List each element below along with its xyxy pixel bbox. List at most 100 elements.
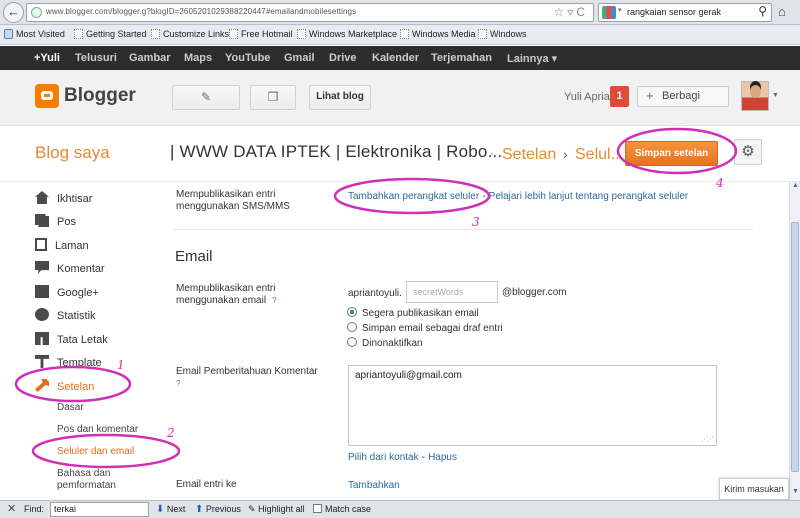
- share-button[interactable]: + Berbagi: [637, 86, 729, 107]
- sidebar-item-setelan[interactable]: Setelan: [35, 379, 94, 393]
- checkbox[interactable]: [313, 504, 322, 513]
- annotation-number-4: 4: [716, 176, 724, 190]
- sidebar-subitem-seluler-dan-email[interactable]: Seluler dan email: [57, 446, 134, 457]
- delete-link[interactable]: Hapus: [428, 452, 457, 463]
- radio-disabled[interactable]: Dinonaktifkan: [347, 337, 423, 349]
- add-mobile-device-link[interactable]: Tambahkan perangkat seluler: [348, 191, 479, 202]
- scroll-down-icon[interactable]: ▼: [791, 488, 800, 500]
- chevron-down-icon[interactable]: ▾: [618, 6, 622, 14]
- address-bar[interactable]: www.blogger.com/blogger.g?blogID=2605201…: [26, 3, 594, 22]
- scroll-up-icon[interactable]: ▲: [791, 182, 800, 194]
- gbar-item-yuli[interactable]: +Yuli: [34, 52, 60, 64]
- gear-icon[interactable]: ⚙: [734, 139, 762, 165]
- annotation-number-3: 3: [472, 215, 480, 229]
- bookmark-free-hotmail[interactable]: Free Hotmail: [229, 29, 293, 39]
- browser-toolbar: ← www.blogger.com/blogger.g?blogID=26052…: [0, 0, 800, 25]
- page-icon: [478, 29, 487, 39]
- sidebar-item-pos[interactable]: Pos: [35, 214, 76, 228]
- browser-search-bar[interactable]: ▾ rangkaian sensor gerak ⚲: [598, 3, 772, 22]
- find-input[interactable]: terkai: [50, 502, 149, 517]
- bookmark-customize-links[interactable]: Customize Links: [151, 29, 229, 39]
- sidebar-item-google-plus[interactable]: Google+: [35, 285, 99, 299]
- back-arrow-icon[interactable]: ←: [3, 2, 24, 23]
- sidebar-item-tata-letak[interactable]: Tata Letak: [35, 332, 108, 346]
- pick-contact-link[interactable]: Pilih dari kontak: [348, 452, 419, 463]
- blog-title[interactable]: | WWW DATA IPTEK | Elektronika | Robo...: [170, 142, 502, 162]
- sidebar-item-komentar[interactable]: Komentar: [35, 261, 105, 275]
- gbar-item-terjemahan[interactable]: Terjemahan: [431, 52, 492, 64]
- view-posts-button[interactable]: ❐: [250, 85, 296, 110]
- resize-grip-icon[interactable]: ⋰⋰: [701, 435, 714, 443]
- home-icon: [35, 191, 49, 204]
- entry-email-label: Email entri ke: [176, 479, 237, 490]
- blogger-logo-icon[interactable]: [35, 84, 59, 108]
- help-icon[interactable]: ?: [176, 379, 180, 388]
- gbar-item-youtube[interactable]: YouTube: [225, 52, 270, 64]
- gbar-item-kalender[interactable]: Kalender: [372, 52, 419, 64]
- gbar-item-telusuri[interactable]: Telusuri: [75, 52, 117, 64]
- add-link-wrap: Tambahkan: [348, 479, 400, 491]
- gbar-item-maps[interactable]: Maps: [184, 52, 212, 64]
- bookmark-windows[interactable]: Windows: [478, 29, 527, 39]
- sidebar-subitem-dasar[interactable]: Dasar: [57, 402, 84, 413]
- sidebar-subitem-bahasa[interactable]: Bahasa dan: [57, 468, 110, 479]
- help-icon[interactable]: ?: [272, 296, 276, 305]
- search-engine-icon[interactable]: [602, 6, 616, 19]
- search-icon[interactable]: ⚲: [758, 4, 767, 18]
- highlighter-icon: ✎: [248, 504, 256, 514]
- share-label: Berbagi: [662, 90, 700, 102]
- scroll-thumb[interactable]: [791, 222, 799, 472]
- home-icon[interactable]: ⌂: [778, 4, 786, 19]
- avatar[interactable]: [741, 81, 769, 111]
- comment-email-textarea[interactable]: apriantoyuli@gmail.com ⋰⋰: [348, 365, 717, 446]
- globe-icon: [31, 7, 42, 18]
- sidebar-item-laman[interactable]: Laman: [35, 238, 89, 252]
- bookmark-most-visited[interactable]: Most Visited: [4, 29, 65, 39]
- chevron-down-icon[interactable]: ▼: [772, 92, 779, 99]
- notification-badge[interactable]: 1: [610, 86, 629, 107]
- sidebar-subitem-pemformatan[interactable]: pemformatan: [57, 480, 116, 491]
- radio-publish-immediately[interactable]: Segera publikasikan email: [347, 307, 479, 319]
- link-separator: -: [482, 191, 486, 202]
- page-scrollbar[interactable]: ▲ ▼: [789, 182, 800, 500]
- sidebar-subitem-pos-dan-komentar[interactable]: Pos dan komentar: [57, 424, 138, 435]
- learn-more-link[interactable]: Pelajari lebih lanjut tentang perangkat …: [489, 191, 689, 202]
- pencil-icon: ✎: [200, 90, 212, 104]
- radio-save-draft[interactable]: Simpan email sebagai draf entri: [347, 322, 503, 334]
- find-previous-button[interactable]: ⬆ Previous: [195, 504, 241, 515]
- radio-button[interactable]: [347, 337, 357, 347]
- gbar-item-lainnya[interactable]: Lainnya ▾: [507, 52, 557, 65]
- find-next-button[interactable]: ⬇ Next: [156, 504, 185, 515]
- gbar-item-gambar[interactable]: Gambar: [129, 52, 171, 64]
- blogger-logo-text[interactable]: Blogger: [64, 85, 136, 107]
- bookmark-star-icon[interactable]: ☆▿C: [554, 5, 588, 19]
- arrow-down-icon: ⬇: [156, 504, 165, 515]
- link-separator: -: [421, 452, 425, 463]
- match-case-checkbox[interactable]: Match case: [313, 504, 371, 514]
- highlight-all-button[interactable]: ✎ Highlight all: [248, 504, 305, 515]
- wrench-icon: [35, 379, 49, 392]
- bookmark-windows-media[interactable]: Windows Media: [400, 29, 476, 39]
- gbar-item-drive[interactable]: Drive: [329, 52, 357, 64]
- breadcrumb-settings[interactable]: Setelan: [502, 146, 556, 164]
- close-icon[interactable]: ✕: [7, 502, 16, 515]
- radio-button[interactable]: [347, 322, 357, 332]
- radio-button[interactable]: [347, 307, 357, 317]
- my-blogs-link[interactable]: Blog saya: [35, 143, 110, 163]
- view-blog-button[interactable]: Lihat blog: [309, 85, 371, 110]
- secret-words-input[interactable]: secretWords: [406, 281, 498, 303]
- page-icon: [400, 29, 409, 39]
- sidebar-item-ikhtisar[interactable]: Ikhtisar: [35, 191, 92, 205]
- save-settings-button[interactable]: Simpan setelan: [625, 141, 718, 166]
- bookmark-getting-started[interactable]: Getting Started: [74, 29, 147, 39]
- bookmark-windows-marketplace[interactable]: Windows Marketplace: [297, 29, 397, 39]
- send-feedback-button[interactable]: Kirim masukan: [719, 478, 789, 500]
- new-post-button[interactable]: ✎: [172, 85, 240, 110]
- gbar-item-gmail[interactable]: Gmail: [284, 52, 315, 64]
- sidebar-item-template[interactable]: Template: [35, 355, 102, 369]
- email-section-title: Email: [175, 248, 213, 265]
- sidebar-item-statistik[interactable]: Statistik: [35, 308, 96, 322]
- add-link[interactable]: Tambahkan: [348, 480, 400, 491]
- contact-links: Pilih dari kontak - Hapus: [348, 451, 457, 463]
- title-bar: Blog saya | WWW DATA IPTEK | Elektronika…: [0, 126, 800, 182]
